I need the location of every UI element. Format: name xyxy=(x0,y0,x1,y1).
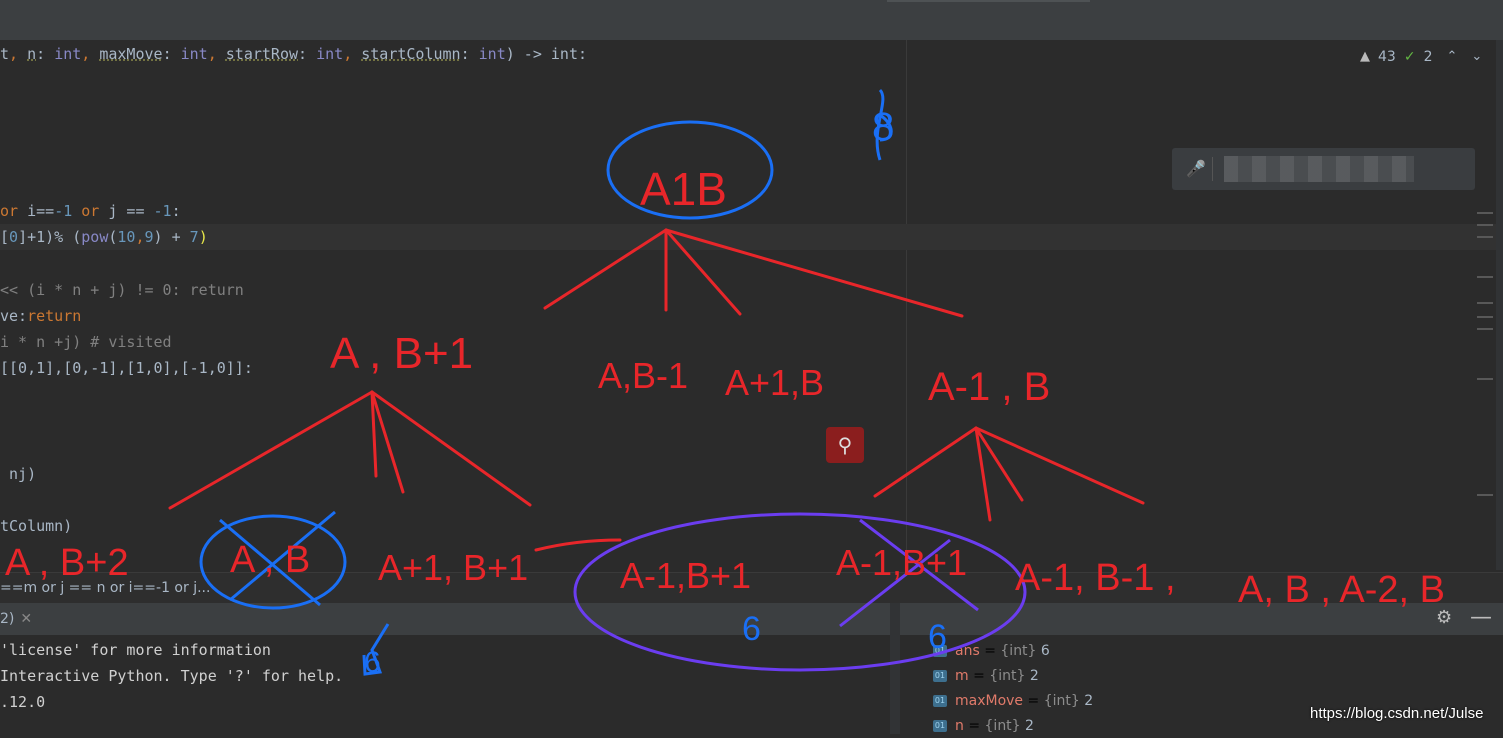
code-line-nj: nj) xyxy=(0,465,37,483)
int-icon: 01 xyxy=(933,720,947,732)
code-line-condition: or i==-1 or j == -1: xyxy=(0,202,181,220)
code-line-visited: i * n +j) # visited xyxy=(0,333,172,351)
right-margin-guide xyxy=(906,40,907,570)
gear-icon[interactable]: ⚙ xyxy=(1436,607,1452,628)
editor-scrollbar[interactable] xyxy=(1496,40,1503,570)
chevron-down-icon[interactable]: ⌄ xyxy=(1471,46,1482,68)
variable-row[interactable]: 01 m = {int} 2 xyxy=(933,664,1039,688)
code-line-startcolumn: tColumn) xyxy=(0,517,73,535)
variable-row[interactable]: 01 ans = {int} 6 xyxy=(933,639,1050,663)
variable-row[interactable]: 01 maxMove = {int} 2 xyxy=(933,689,1093,713)
warning-icon: ▲ xyxy=(1360,49,1370,64)
panel-divider[interactable] xyxy=(890,603,900,734)
close-icon[interactable]: ✕ xyxy=(20,611,32,627)
title-toolbar xyxy=(0,0,1503,41)
tab-indicator xyxy=(887,0,1090,2)
code-line-signature: t, n: int, maxMove: int, startRow: int, … xyxy=(0,45,588,63)
voice-input-panel[interactable]: 🎤 xyxy=(1172,148,1475,190)
int-icon: 01 xyxy=(933,695,947,707)
code-line-bitcheck: << (i * n + j) != 0: return xyxy=(0,281,244,299)
minimize-icon[interactable]: — xyxy=(1470,605,1492,630)
variable-row[interactable]: 01 n = {int} 2 xyxy=(933,714,1034,738)
int-icon: 01 xyxy=(933,670,947,682)
weak-warning-count: 2 xyxy=(1423,49,1433,65)
blurred-text xyxy=(1224,156,1414,182)
variables-header xyxy=(900,603,1503,635)
check-icon: ✓ xyxy=(1403,49,1416,65)
voice-divider xyxy=(1212,157,1213,181)
search-icon[interactable]: ⚲ xyxy=(826,427,864,463)
microphone-icon[interactable]: 🎤 xyxy=(1186,159,1206,178)
int-icon: 01 xyxy=(933,645,947,657)
code-line-return: ve:return xyxy=(0,307,82,325)
code-editor[interactable] xyxy=(0,40,1503,572)
console-tab-row: 2) ✕ xyxy=(0,603,890,635)
watermark: https://blog.csdn.net/Julse xyxy=(1310,705,1484,722)
console-line: .12.0 xyxy=(0,693,46,711)
console-line: 'license' for more information xyxy=(0,641,271,659)
tab-console[interactable]: 2) ✕ xyxy=(0,603,38,635)
warning-count: 43 xyxy=(1378,49,1396,65)
code-line-directions: [[0,1],[0,-1],[1,0],[-1,0]]: xyxy=(0,359,253,377)
code-line-modulo: [0]+1)% (pow(10,9) + 7) xyxy=(0,224,1496,250)
breadcrumb[interactable]: ==m or j == n or i==-1 or j... xyxy=(0,572,1503,603)
inspection-widget[interactable]: ▲ 43 ✓ 2 ⌃ ⌄ xyxy=(1360,46,1482,68)
console-line: Interactive Python. Type '?' for help. xyxy=(0,667,344,685)
chevron-up-icon[interactable]: ⌃ xyxy=(1446,46,1457,68)
